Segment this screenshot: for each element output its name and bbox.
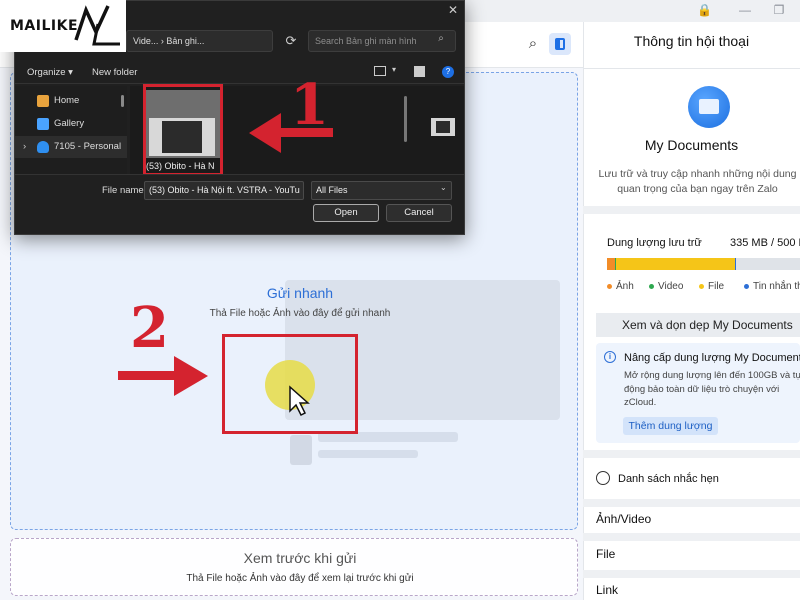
video-thumbnail[interactable] — [431, 118, 455, 136]
address-bar[interactable]: Vide... › Bản ghi... — [126, 30, 273, 52]
onedrive-icon — [37, 141, 49, 153]
upgrade-description: Mở rộng dung lượng lên đến 100GB và tự đ… — [624, 370, 800, 408]
legend-label: Ảnh — [616, 281, 634, 292]
scrollbar[interactable] — [404, 96, 407, 142]
search-icon[interactable]: ⌕ — [434, 33, 448, 47]
divider — [583, 450, 800, 458]
scrollbar[interactable] — [121, 95, 124, 107]
legend-item: File — [699, 281, 724, 292]
storage-segment-4 — [735, 258, 737, 270]
view-mode-icon[interactable] — [374, 66, 386, 76]
navigation-pane: Home Gallery › 7105 - Personal — [15, 86, 127, 174]
dragged-file-meta — [318, 450, 418, 458]
legend-label: Tin nhắn thoại — [753, 281, 800, 292]
help-icon[interactable]: ? — [442, 66, 454, 78]
divider — [583, 570, 800, 578]
dialog-toolbar — [15, 60, 464, 84]
sidebar-icon — [555, 38, 565, 50]
preview-description: Thả File hoặc Ảnh vào đây để xem lại trư… — [186, 573, 414, 584]
file-name-field-label: File name: — [102, 185, 147, 196]
minimize-icon[interactable]: — — [738, 3, 752, 17]
storage-usage-bar — [607, 258, 800, 270]
home-icon — [37, 95, 49, 107]
legend-dot — [744, 283, 749, 289]
info-icon: i — [604, 351, 616, 363]
quick-send-title: Gửi nhanh — [266, 285, 334, 301]
legend-item: Ảnh — [607, 281, 634, 292]
upgrade-title: Nâng cấp dung lượng My Documents — [624, 352, 800, 364]
file-name-input[interactable]: (53) Obito - Hà Nội ft. VSTRA - YouTu — [144, 181, 304, 200]
legend-dot — [649, 283, 654, 289]
video-frame — [436, 121, 450, 133]
my-documents-title[interactable]: My Documents — [583, 137, 800, 153]
cleanup-my-documents-button[interactable]: Xem và dọn dẹp My Documents — [596, 313, 800, 337]
cancel-button[interactable]: Cancel — [386, 204, 452, 222]
legend-label: Video — [658, 281, 684, 292]
folder-icon — [699, 99, 719, 114]
chevron-right-icon[interactable]: › — [23, 136, 26, 158]
divider — [583, 206, 800, 214]
mouse-cursor-icon — [289, 385, 310, 417]
logo-text: MAILIKE — [10, 18, 79, 34]
restore-icon[interactable]: ❐ — [772, 3, 786, 17]
preview-title: Xem trước khi gửi — [243, 550, 357, 566]
panel-toggle-button[interactable] — [549, 33, 571, 55]
link-section-header[interactable]: Link — [596, 583, 618, 597]
nav-item-label: Home — [54, 95, 80, 106]
media-section-header[interactable]: Ảnh/Video — [596, 512, 651, 526]
legend-dot — [699, 283, 704, 289]
legend-item: Tin nhắn thoại — [744, 281, 800, 292]
alarm-clock-icon — [596, 471, 610, 485]
storage-value: 335 MB / 500 MB — [730, 237, 800, 249]
preview-drop-zone[interactable] — [10, 538, 578, 596]
arrow-right-icon — [118, 356, 208, 396]
storage-segment-3 — [615, 258, 736, 270]
legend-item: Video — [649, 281, 683, 292]
close-icon[interactable]: ✕ — [446, 3, 460, 17]
nav-item-7105-personal[interactable]: › 7105 - Personal — [15, 136, 127, 158]
legend-label: File — [708, 281, 725, 292]
dragged-video-icon — [290, 435, 312, 465]
refresh-icon[interactable]: ⟳ — [280, 30, 302, 52]
quick-send-description: Thả File hoặc Ảnh vào đây để gửi nhanh — [209, 308, 391, 319]
new-folder-button[interactable]: New folder — [92, 67, 137, 78]
gallery-icon — [37, 118, 49, 130]
panel-title: Thông tin hội thoại — [633, 33, 750, 49]
preview-pane-icon[interactable] — [414, 66, 425, 77]
add-storage-button[interactable]: Thêm dung lượng — [623, 417, 718, 435]
file-type-select[interactable]: All Files — [311, 181, 452, 200]
search-icon[interactable]: ⌕ — [522, 33, 544, 55]
legend-dot — [607, 283, 612, 289]
nav-item-label: 7105 - Personal — [54, 141, 122, 152]
arrow-left-icon — [249, 113, 333, 153]
my-documents-description: Lưu trữ và truy cập nhanh những nội dung… — [598, 168, 797, 195]
chevron-down-icon[interactable]: ▾ — [392, 65, 396, 74]
nav-item-gallery[interactable]: Gallery — [15, 113, 127, 135]
selected-file-highlight — [143, 84, 223, 176]
storage-label: Dung lượng lưu trữ — [607, 237, 702, 249]
open-button[interactable]: Open — [313, 204, 379, 222]
divider — [583, 533, 800, 541]
lock-icon[interactable]: 🔒 — [697, 3, 712, 17]
nav-item-label: Gallery — [54, 118, 85, 129]
nav-item-home[interactable]: Home — [15, 90, 127, 112]
divider — [583, 68, 800, 69]
file-section-header[interactable]: File — [596, 547, 615, 561]
my-documents-icon[interactable] — [688, 86, 730, 128]
organize-button[interactable]: Organize ▾ — [27, 67, 73, 78]
storage-segment-1 — [607, 258, 615, 270]
divider — [583, 499, 800, 507]
reminder-list-item[interactable]: Danh sách nhắc hẹn — [618, 473, 719, 485]
chevron-down-icon[interactable]: ⌄ — [440, 183, 447, 192]
